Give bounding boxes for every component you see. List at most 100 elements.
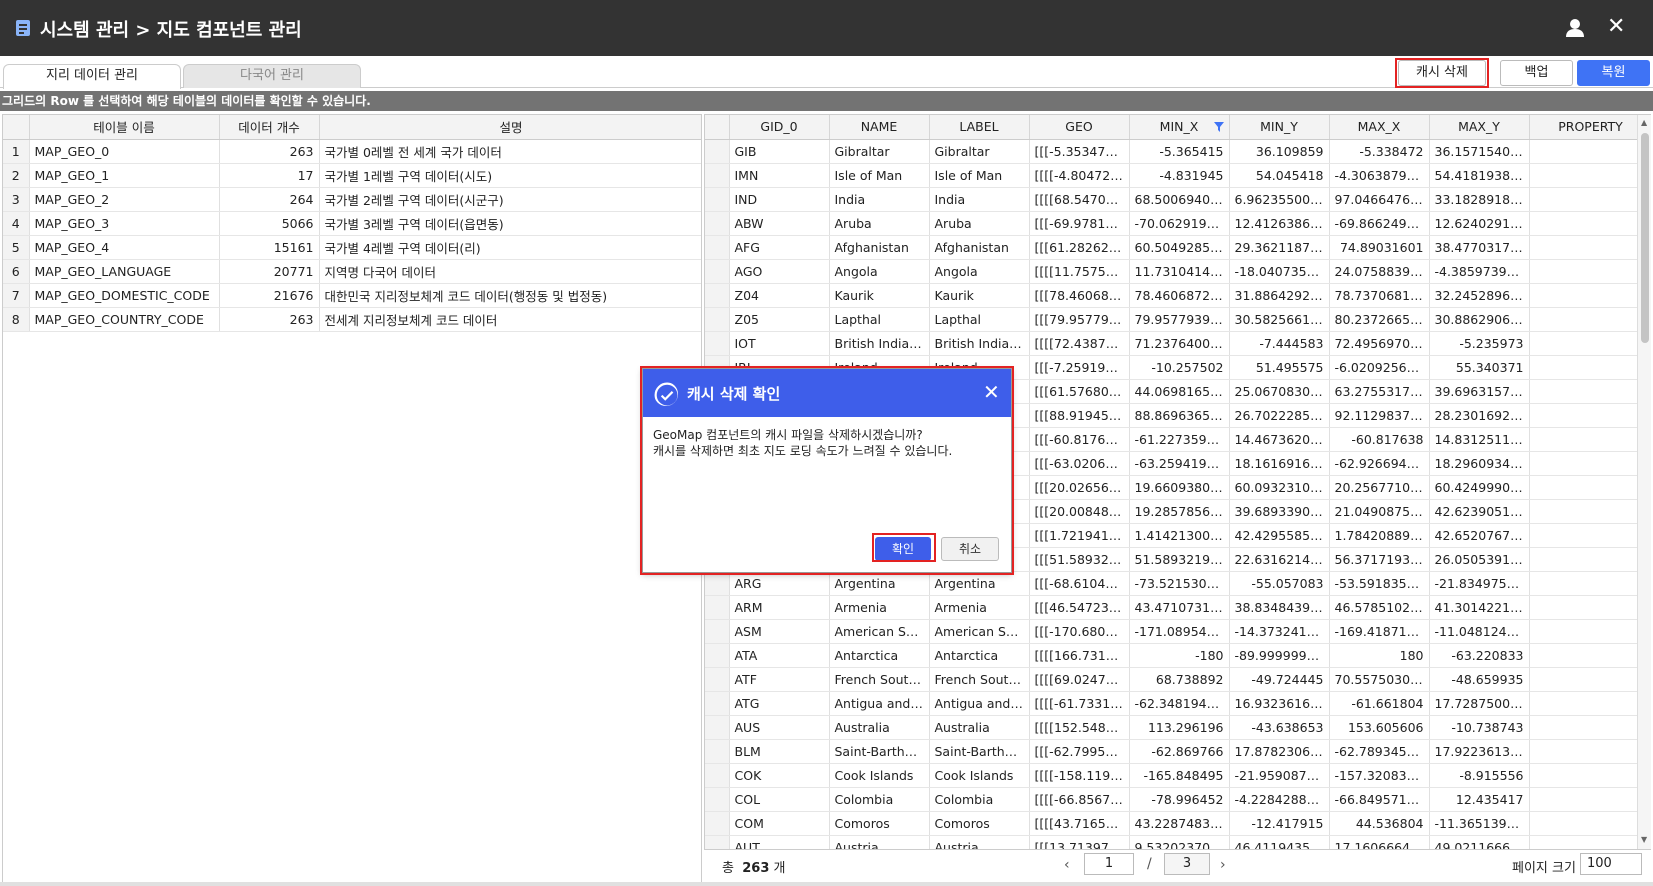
property-cell[interactable] bbox=[1529, 619, 1650, 644]
geo-cell[interactable]: [[[78.460687230... bbox=[1029, 283, 1130, 308]
gid-cell[interactable]: IOT bbox=[729, 331, 830, 356]
gid-cell[interactable]: Z05 bbox=[729, 307, 830, 332]
table-row[interactable]: ATFFrench Souther...French Souther...[[[… bbox=[705, 667, 1650, 692]
data-count-cell[interactable]: 263 bbox=[219, 307, 320, 332]
gid-cell[interactable]: BLM bbox=[729, 739, 830, 764]
min-x-cell[interactable]: -70.062919617 bbox=[1129, 211, 1230, 236]
min-y-cell[interactable]: -43.638653 bbox=[1229, 715, 1330, 740]
min-y-cell[interactable]: 42.4295585030... bbox=[1229, 523, 1330, 548]
gid-cell[interactable]: Z04 bbox=[729, 283, 830, 308]
label-cell[interactable]: Armenia bbox=[929, 595, 1030, 620]
table-row[interactable]: AGOAngolaAngola[[[[11.75755119...11.7310… bbox=[705, 259, 1650, 284]
data-count-cell[interactable]: 21676 bbox=[219, 283, 320, 308]
column-header[interactable]: 설명 bbox=[319, 115, 701, 140]
label-cell[interactable]: Gibraltar bbox=[929, 139, 1030, 164]
user-icon[interactable] bbox=[1565, 18, 1585, 38]
table-row[interactable]: 3 MAP_GEO_2 264 국가별 2레벨 구역 데이터(시군구) bbox=[3, 187, 701, 212]
description-cell[interactable]: 국가별 0레벨 전 세계 국가 데이터 bbox=[319, 139, 701, 164]
geo-cell[interactable]: [[[-5.353473186... bbox=[1029, 139, 1130, 164]
name-cell[interactable]: India bbox=[829, 187, 930, 212]
geo-cell[interactable]: [[[[-4.804723,54... bbox=[1029, 163, 1130, 188]
table-row[interactable]: GIBGibraltarGibraltar[[[-5.353473186...-… bbox=[705, 139, 1650, 164]
restore-button[interactable]: 복원 bbox=[1577, 60, 1650, 86]
name-cell[interactable]: Colombia bbox=[829, 787, 930, 812]
min-y-cell[interactable]: -7.444583 bbox=[1229, 331, 1330, 356]
max-x-cell[interactable]: 97.0466476650... bbox=[1329, 187, 1430, 212]
name-cell[interactable]: Armenia bbox=[829, 595, 930, 620]
max-y-cell[interactable]: -5.235973 bbox=[1429, 331, 1530, 356]
min-y-cell[interactable]: -49.724445 bbox=[1229, 667, 1330, 692]
tab-multilingual[interactable]: 다국어 관리 bbox=[183, 64, 361, 88]
geo-cell[interactable]: [[[[68.54708524... bbox=[1029, 187, 1130, 212]
label-cell[interactable]: India bbox=[929, 187, 1030, 212]
name-cell[interactable]: Cook Islands bbox=[829, 763, 930, 788]
max-y-cell[interactable]: -63.220833 bbox=[1429, 643, 1530, 668]
min-x-cell[interactable]: 68.5006940000... bbox=[1129, 187, 1230, 212]
max-x-cell[interactable]: -6.02092566499... bbox=[1329, 355, 1430, 380]
gid-cell[interactable]: AFG bbox=[729, 235, 830, 260]
property-cell[interactable] bbox=[1529, 187, 1650, 212]
min-x-cell[interactable]: 43.4710731500... bbox=[1129, 595, 1230, 620]
max-y-cell[interactable]: 49.0211666120... bbox=[1429, 835, 1530, 849]
max-y-cell[interactable]: 12.435417 bbox=[1429, 787, 1530, 812]
gid-cell[interactable]: AUS bbox=[729, 715, 830, 740]
table-row[interactable]: IMNIsle of ManIsle of Man[[[[-4.804723,5… bbox=[705, 163, 1650, 188]
min-x-cell[interactable]: 11.7310414320... bbox=[1129, 259, 1230, 284]
column-header[interactable]: GID_0 bbox=[729, 115, 830, 140]
table-row[interactable]: COK Cook Islands Cook Islands [[[[-158.1191… bbox=[705, 763, 1650, 788]
description-cell[interactable]: 국가별 1레벨 구역 데이터(시도) bbox=[319, 163, 701, 188]
property-cell[interactable] bbox=[1529, 691, 1650, 716]
column-header[interactable]: PROPERTY bbox=[1529, 115, 1650, 140]
geo-cell[interactable]: [[[[43.71652600... bbox=[1029, 811, 1130, 836]
gid-cell[interactable]: AUT bbox=[729, 835, 830, 849]
geo-cell[interactable]: [[[[-66.85674633... bbox=[1029, 787, 1130, 812]
label-cell[interactable]: Angola bbox=[929, 259, 1030, 284]
geo-cell[interactable]: [[[-69.97819519... bbox=[1029, 211, 1130, 236]
property-cell[interactable] bbox=[1529, 499, 1650, 524]
table-name-cell[interactable]: MAP_GEO_2 bbox=[29, 187, 220, 212]
geo-cell[interactable]: [[[[72.43875099... bbox=[1029, 331, 1130, 356]
min-y-cell[interactable]: 16.9323616030... bbox=[1229, 691, 1330, 716]
column-header[interactable]: MAX_X bbox=[1329, 115, 1430, 140]
max-y-cell[interactable]: 14.8312511440... bbox=[1429, 427, 1530, 452]
column-header[interactable]: MAX_Y bbox=[1429, 115, 1530, 140]
tab-geo-data[interactable]: 지리 데이터 관리 bbox=[3, 64, 181, 89]
gid-cell[interactable]: ASM bbox=[729, 619, 830, 644]
max-x-cell[interactable]: 24.0758839390... bbox=[1329, 259, 1430, 284]
geo-cell[interactable]: [[[20.008482816... bbox=[1029, 499, 1130, 524]
min-y-cell[interactable]: 26.7022285470... bbox=[1229, 403, 1330, 428]
max-x-cell[interactable]: 80.2372665390... bbox=[1329, 307, 1430, 332]
name-cell[interactable]: Lapthal bbox=[829, 307, 930, 332]
table-row[interactable]: 4 MAP_GEO_3 5066 국가별 3레벨 구역 데이터(읍면동) bbox=[3, 211, 701, 236]
property-cell[interactable] bbox=[1529, 427, 1650, 452]
label-cell[interactable]: British Indian O... bbox=[929, 331, 1030, 356]
label-cell[interactable]: Colombia bbox=[929, 787, 1030, 812]
geo-cell[interactable]: [[[13.713975675... bbox=[1029, 835, 1130, 849]
min-x-cell[interactable]: -62.348194123 bbox=[1129, 691, 1230, 716]
min-x-cell[interactable]: 43.2287483220... bbox=[1129, 811, 1230, 836]
filter-icon[interactable] bbox=[1213, 122, 1224, 132]
property-cell[interactable] bbox=[1529, 523, 1650, 548]
geo-cell[interactable]: [[[79.957793944... bbox=[1029, 307, 1130, 332]
geo-cell[interactable]: [[[[-61.733196,1... bbox=[1029, 691, 1130, 716]
data-count-cell[interactable]: 17 bbox=[219, 163, 320, 188]
min-y-cell[interactable]: 46.4119435940... bbox=[1229, 835, 1330, 849]
max-y-cell[interactable]: 42.6239051830... bbox=[1429, 499, 1530, 524]
max-x-cell[interactable]: -60.817638 bbox=[1329, 427, 1430, 452]
max-y-cell[interactable]: 38.477031708 bbox=[1429, 235, 1530, 260]
property-cell[interactable] bbox=[1529, 739, 1650, 764]
min-y-cell[interactable]: 36.109859 bbox=[1229, 139, 1330, 164]
name-cell[interactable]: British Indian O... bbox=[829, 331, 930, 356]
min-y-cell[interactable]: 25.0670830000... bbox=[1229, 379, 1330, 404]
property-cell[interactable] bbox=[1529, 835, 1650, 849]
property-cell[interactable] bbox=[1529, 235, 1650, 260]
min-y-cell[interactable]: 30.5825661220... bbox=[1229, 307, 1330, 332]
min-y-cell[interactable]: -21.9590873709... bbox=[1229, 763, 1330, 788]
table-name-cell[interactable]: MAP_GEO_4 bbox=[29, 235, 220, 260]
min-y-cell[interactable]: 39.6893390000... bbox=[1229, 499, 1330, 524]
gid-cell[interactable]: COM bbox=[729, 811, 830, 836]
max-y-cell[interactable]: -48.659935 bbox=[1429, 667, 1530, 692]
data-count-cell[interactable]: 5066 bbox=[219, 211, 320, 236]
property-cell[interactable] bbox=[1529, 355, 1650, 380]
close-icon[interactable]: ✕ bbox=[1607, 14, 1625, 40]
